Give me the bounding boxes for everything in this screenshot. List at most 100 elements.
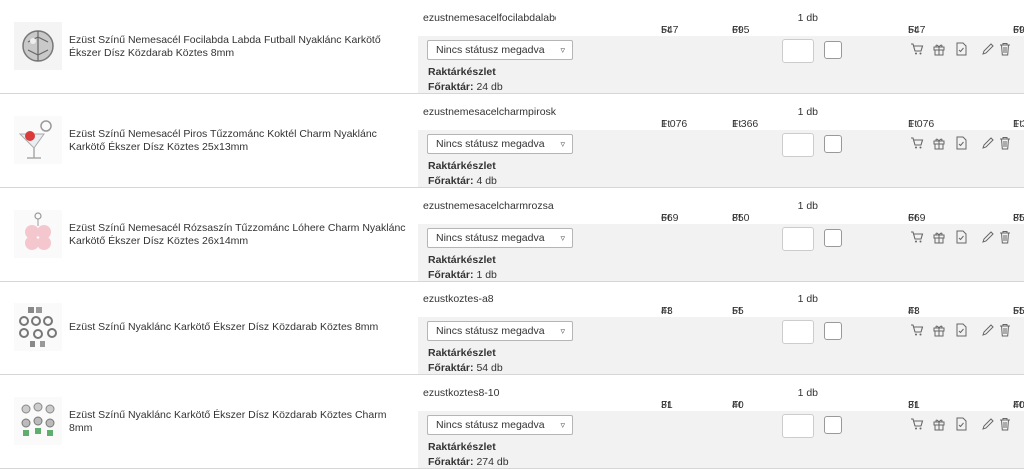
item-actions-panel: Nincs státusz megadva ▿ Raktárkészlet Főr… [418, 411, 1024, 468]
status-select[interactable]: Nincs státusz megadva ▿ [427, 40, 573, 60]
item-actions-panel: Nincs státusz megadva ▿ Raktárkészlet Főr… [418, 36, 1024, 93]
order-item-row: Ezüst Színű Nyaklánc Karkötő Ékszer Dísz… [0, 281, 1024, 375]
stock-info: Főraktár: 54 db [428, 362, 503, 374]
stock-info: Főraktár: 4 db [428, 175, 497, 187]
chevron-down-icon: ▿ [560, 326, 565, 336]
trash-icon[interactable] [998, 230, 1012, 244]
price-line: ezustnemesacelcharmpiroskok 1 076 Ft 1 3… [418, 94, 1024, 130]
select-checkbox[interactable] [824, 41, 842, 59]
stock-info: Főraktár: 274 db [428, 456, 509, 468]
currency: Ft [1013, 24, 1023, 36]
currency: Ft [661, 212, 671, 224]
order-item-row: Ezüst Színű Nemesacél Piros Tűzzománc Ko… [0, 94, 1024, 188]
currency: Ft [908, 118, 918, 130]
product-sku: ezustnemesacelcharmpiroskok [423, 106, 556, 118]
product-name[interactable]: Ezüst Színű Nemesacél Focilabda Labda Fu… [69, 0, 409, 93]
status-select[interactable]: Nincs státusz megadva ▿ [427, 134, 573, 154]
product-cell: Ezüst Színű Nyaklánc Karkötő Ékszer Dísz… [0, 281, 418, 374]
quantity-input[interactable] [782, 227, 814, 251]
pencil-icon[interactable] [981, 323, 995, 337]
quantity-input[interactable] [782, 39, 814, 63]
gift-icon[interactable] [932, 417, 946, 431]
currency: Ft [661, 118, 671, 130]
price-line: ezustnemesacelfocilabdalabd 547 Ft 695 F… [418, 0, 1024, 36]
gift-icon[interactable] [932, 323, 946, 337]
quantity: 1 db [797, 12, 818, 24]
document-icon[interactable] [954, 42, 968, 56]
item-actions-panel: Nincs státusz megadva ▿ Raktárkészlet Főr… [418, 317, 1024, 374]
product-sku: ezustkoztes8-10 [423, 387, 500, 399]
product-sku: ezustnemesacelcharmrozsa [423, 200, 554, 212]
product-cell: Ezüst Színű Nemesacél Focilabda Labda Fu… [0, 0, 418, 93]
currency: Ft [732, 118, 742, 130]
product-name[interactable]: Ezüst Színű Nyaklánc Karkötő Ékszer Dísz… [69, 375, 409, 468]
stock-info: Főraktár: 24 db [428, 81, 503, 93]
trash-icon[interactable] [998, 323, 1012, 337]
cart-icon[interactable] [910, 417, 924, 431]
stock-label: Főraktár: [428, 175, 474, 187]
quantity-input[interactable] [782, 414, 814, 438]
status-select-value: Nincs státusz megadva [436, 419, 545, 431]
currency: Ft [1013, 118, 1023, 130]
currency: Ft [732, 305, 742, 317]
currency: Ft [732, 399, 742, 411]
pencil-icon[interactable] [981, 42, 995, 56]
currency: Ft [908, 399, 918, 411]
cart-icon[interactable] [910, 42, 924, 56]
document-icon[interactable] [954, 323, 968, 337]
order-item-row: Ezüst Színű Nemesacél Rózsaszín Tűzzomán… [0, 188, 1024, 282]
document-icon[interactable] [954, 417, 968, 431]
product-name[interactable]: Ezüst Színű Nemesacél Rózsaszín Tűzzomán… [69, 188, 409, 281]
cart-icon[interactable] [910, 230, 924, 244]
cart-icon[interactable] [910, 323, 924, 337]
product-thumbnail [14, 397, 62, 445]
select-checkbox[interactable] [824, 322, 842, 340]
product-thumbnail [14, 303, 62, 351]
currency: Ft [661, 24, 671, 36]
order-item-row: Ezüst Színű Nyaklánc Karkötő Ékszer Dísz… [0, 375, 1024, 469]
status-select[interactable]: Nincs státusz megadva ▿ [427, 321, 573, 341]
chevron-down-icon: ▿ [560, 45, 565, 55]
gift-icon[interactable] [932, 42, 946, 56]
gift-icon[interactable] [932, 136, 946, 150]
stock-value: 54 db [476, 362, 503, 374]
trash-icon[interactable] [998, 42, 1012, 56]
product-name[interactable]: Ezüst Színű Nyaklánc Karkötő Ékszer Dísz… [69, 281, 409, 374]
select-checkbox[interactable] [824, 135, 842, 153]
currency: Ft [908, 24, 918, 36]
status-select[interactable]: Nincs státusz megadva ▿ [427, 228, 573, 248]
stock-value: 274 db [476, 456, 509, 468]
trash-icon[interactable] [998, 136, 1012, 150]
stock-info: Főraktár: 1 db [428, 269, 497, 281]
quantity-input[interactable] [782, 320, 814, 344]
pencil-icon[interactable] [981, 230, 995, 244]
cart-icon[interactable] [910, 136, 924, 150]
select-checkbox[interactable] [824, 416, 842, 434]
product-name[interactable]: Ezüst Színű Nemesacél Piros Tűzzománc Ko… [69, 94, 409, 187]
stock-title: Raktárkészlet [428, 441, 496, 453]
stock-label: Főraktár: [428, 269, 474, 281]
status-select[interactable]: Nincs státusz megadva ▿ [427, 415, 573, 435]
stock-value: 4 db [476, 175, 497, 187]
product-thumbnail [14, 210, 62, 258]
select-checkbox[interactable] [824, 229, 842, 247]
document-icon[interactable] [954, 230, 968, 244]
stock-title: Raktárkészlet [428, 66, 496, 78]
currency: Ft [661, 399, 671, 411]
status-select-value: Nincs státusz megadva [436, 232, 545, 244]
quantity-input[interactable] [782, 133, 814, 157]
price-line: ezustkoztes-a8 43 Ft 55 Ft 1 db 43 Ft 55… [418, 281, 1024, 317]
item-actions-panel: Nincs státusz megadva ▿ Raktárkészlet Főr… [418, 224, 1024, 281]
stock-value: 24 db [476, 81, 503, 93]
pencil-icon[interactable] [981, 136, 995, 150]
chevron-down-icon: ▿ [560, 139, 565, 149]
stock-label: Főraktár: [428, 456, 474, 468]
price-line: ezustkoztes8-10 31 Ft 40 Ft 1 db 31 Ft 4… [418, 375, 1024, 411]
pencil-icon[interactable] [981, 417, 995, 431]
trash-icon[interactable] [998, 417, 1012, 431]
product-cell: Ezüst Színű Nemesacél Piros Tűzzománc Ko… [0, 94, 418, 187]
product-cell: Ezüst Színű Nyaklánc Karkötő Ékszer Dísz… [0, 375, 418, 468]
chevron-down-icon: ▿ [560, 420, 565, 430]
gift-icon[interactable] [932, 230, 946, 244]
document-icon[interactable] [954, 136, 968, 150]
